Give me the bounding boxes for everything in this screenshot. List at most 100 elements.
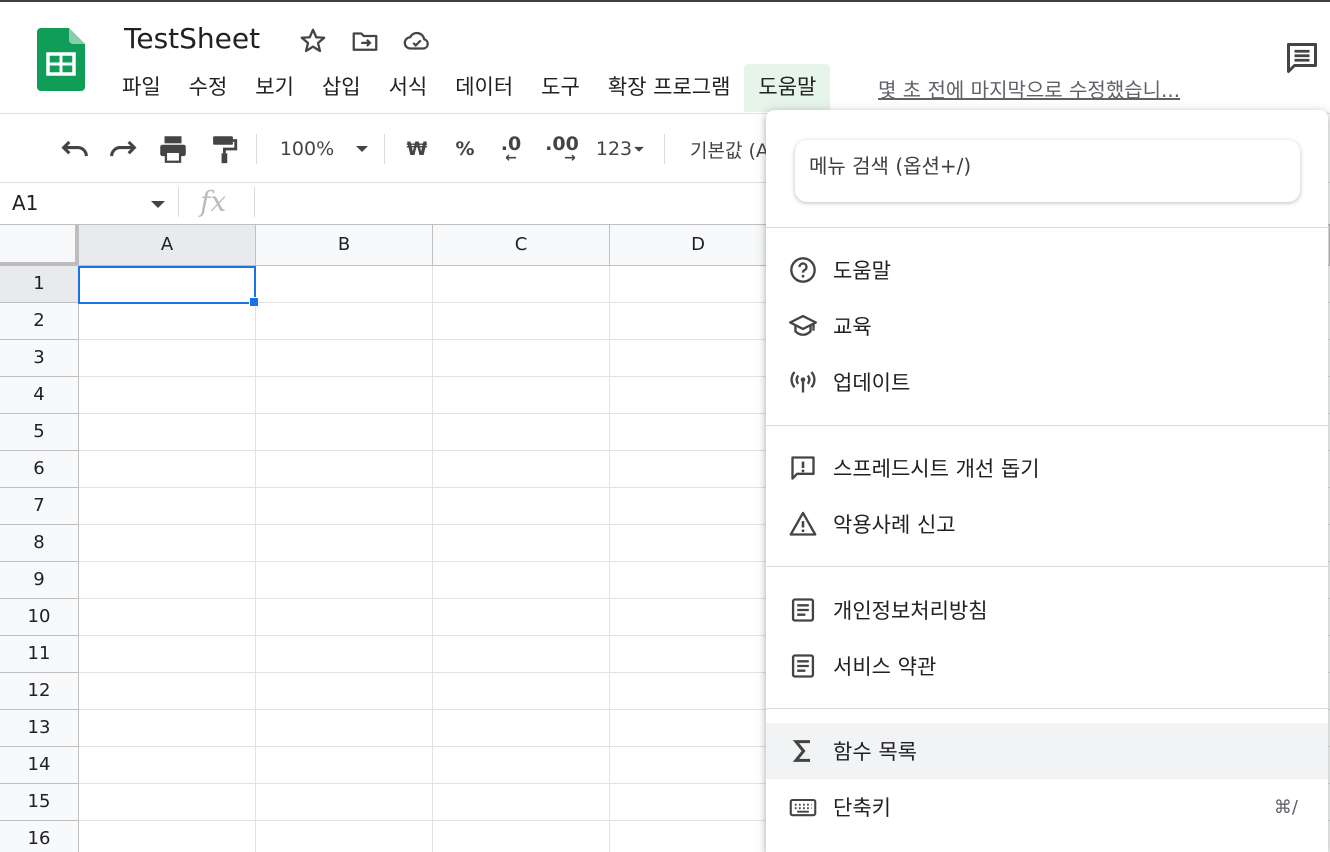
more-formats-button[interactable]: 123 [592,132,650,166]
row-header[interactable]: 9 [0,562,79,599]
redo-icon[interactable] [106,132,140,166]
menu-item-feedback[interactable]: 스프레드시트 개선 돕기 [766,440,1328,496]
decrease-decimal-button[interactable]: .0 ← [494,132,528,166]
menu-item-help[interactable]: 도움말 [766,242,1328,298]
name-box[interactable]: A1 [12,191,38,215]
print-icon[interactable] [156,132,190,166]
column-header[interactable]: D [610,225,787,266]
row-header[interactable]: 6 [0,451,79,488]
font-value: 기본값 (A [690,139,766,162]
menu-item-label: 도움말 [833,259,891,283]
row-header[interactable]: 16 [0,821,79,852]
keyboard-icon [789,798,817,817]
arrow-right-icon: → [564,150,576,166]
cloud-saved-icon[interactable] [402,26,432,56]
menu-item-updates[interactable]: 업데이트 [766,354,1328,410]
menu-item-label: 서비스 약관 [833,655,937,679]
broadcast-icon [790,371,816,393]
zoom-dropdown-icon[interactable] [352,132,372,166]
currency-format-button[interactable]: ₩ [402,132,432,166]
font-select[interactable]: 기본값 (A [690,132,766,166]
menu-search-box[interactable] [795,140,1300,202]
toolbar-separator [256,134,257,164]
last-edit-link[interactable]: 몇 초 전에 마지막으로 수정했습니... [878,74,1180,103]
more-formats-label: 123 [595,138,633,160]
column-header[interactable]: B [256,225,433,266]
menu-search-input[interactable] [809,154,1279,178]
row-header[interactable]: 3 [0,340,79,377]
menu-view[interactable]: 보기 [241,64,308,112]
row-header[interactable]: 14 [0,747,79,784]
toolbar-separator [664,134,665,164]
menu-data[interactable]: 데이터 [441,64,527,112]
star-icon[interactable] [298,26,328,56]
menu-separator [766,227,1328,228]
menu-item-label: 스프레드시트 개선 돕기 [833,457,1040,481]
menu-item-label: 단축키 [833,796,891,820]
menu-insert[interactable]: 삽입 [308,64,375,112]
menu-item-function-list[interactable]: 함수 목록 [766,723,1328,779]
menu-item-training[interactable]: 교육 [766,298,1328,354]
zoom-select[interactable]: 100% [272,132,342,166]
row-header[interactable]: 15 [0,784,79,821]
percent-format-button[interactable]: % [450,132,480,166]
menu-item-report-abuse[interactable]: 악용사례 신고 [766,496,1328,552]
help-menu-dropdown: 도움말 교육 업데이트 스프레드시트 개선 돕기 [766,110,1328,852]
row-header[interactable]: 4 [0,377,79,414]
row-header[interactable]: 13 [0,710,79,747]
row-header[interactable]: 10 [0,599,79,636]
comments-icon[interactable] [1284,40,1320,76]
menu-tools[interactable]: 도구 [527,64,594,112]
menu-file[interactable]: 파일 [108,64,175,112]
menu-bar: 파일 수정 보기 삽입 서식 데이터 도구 확장 프로그램 도움말 [108,64,831,112]
formula-input[interactable] [264,189,754,219]
document-title[interactable]: TestSheet [124,22,260,55]
increase-decimal-button[interactable]: .00 → [542,132,582,166]
menu-help[interactable]: 도움말 [744,64,831,112]
graduation-cap-icon [789,314,817,336]
top-bar: TestSheet 파일 수정 보기 삽입 서식 데이터 도구 확장 프로그램 … [0,0,1330,113]
menu-edit[interactable]: 수정 [175,64,242,112]
menu-format[interactable]: 서식 [375,64,442,112]
column-header[interactable]: C [433,225,610,266]
row-header[interactable]: 11 [0,636,79,673]
row-header[interactable]: 7 [0,488,79,525]
menu-item-keyboard-shortcuts[interactable]: 단축키 ⌘/ [766,779,1328,835]
formula-bar-separator [254,187,255,217]
menu-separator [766,425,1328,426]
keyboard-shortcut-hint: ⌘/ [1273,796,1298,818]
row-header[interactable]: 5 [0,414,79,451]
feedback-icon [791,456,815,480]
toolbar-separator [384,134,385,164]
row-header[interactable]: 2 [0,303,79,340]
sigma-icon [792,740,810,762]
menu-item-label: 교육 [833,315,872,339]
sheets-logo-icon[interactable] [37,28,85,91]
warning-icon [789,511,817,536]
grid-line [255,266,256,852]
menu-item-label: 업데이트 [833,371,911,395]
selected-cell-a1[interactable] [78,266,256,304]
function-icon: fx [200,185,227,218]
help-circle-icon [790,257,816,283]
row-header[interactable]: 1 [0,266,79,303]
select-all-corner[interactable] [0,225,79,266]
column-header[interactable]: A [79,225,256,266]
move-folder-icon[interactable] [350,26,380,56]
grid-line [609,266,610,852]
arrow-left-icon: ← [505,150,517,166]
name-box-dropdown-icon[interactable] [151,201,165,208]
menu-item-label: 개인정보처리방침 [833,599,988,623]
row-header[interactable]: 8 [0,525,79,562]
menu-item-label: 악용사례 신고 [833,513,956,537]
row-header[interactable]: 12 [0,673,79,710]
menu-extensions[interactable]: 확장 프로그램 [594,64,745,112]
chevron-down-icon [634,146,645,152]
undo-icon[interactable] [58,132,92,166]
menu-item-privacy-policy[interactable]: 개인정보처리방침 [766,582,1328,638]
zoom-value: 100% [279,138,335,160]
fill-handle[interactable] [249,297,259,307]
paint-format-icon[interactable] [206,132,240,166]
menu-item-terms-of-service[interactable]: 서비스 약관 [766,638,1328,694]
formula-bar-separator [178,187,179,217]
